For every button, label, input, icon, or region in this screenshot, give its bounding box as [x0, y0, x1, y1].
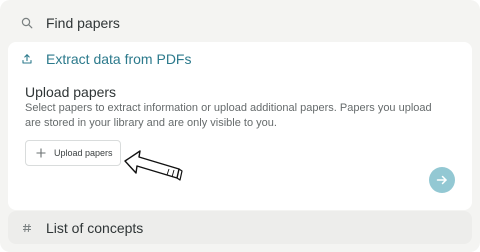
extract-card: Extract data from PDFs Upload papers Sel…	[8, 42, 472, 210]
extract-header[interactable]: Extract data from PDFs	[8, 50, 191, 68]
list-of-concepts-item[interactable]: List of concepts	[8, 211, 472, 244]
hash-icon	[20, 221, 34, 235]
find-papers-label: Find papers	[46, 15, 120, 31]
plus-icon	[35, 147, 47, 159]
search-icon	[20, 16, 34, 30]
arrow-right-icon	[436, 175, 447, 185]
list-of-concepts-label: List of concepts	[46, 219, 144, 236]
hand-drawn-arrow	[124, 150, 183, 181]
find-papers-item[interactable]: Find papers	[8, 10, 472, 36]
continue-button[interactable]	[429, 167, 455, 193]
upload-description: Select papers to extract information or …	[25, 102, 432, 129]
extract-title: Extract data from PDFs	[46, 51, 192, 67]
upload-papers-button-label: Upload papers	[54, 148, 113, 158]
upload-section-title: Upload papers	[25, 84, 117, 100]
upload-icon	[20, 52, 34, 66]
upload-papers-button[interactable]: Upload papers	[25, 140, 121, 166]
app-panel: Find papers Extract data from PDFs Uploa…	[0, 0, 480, 252]
